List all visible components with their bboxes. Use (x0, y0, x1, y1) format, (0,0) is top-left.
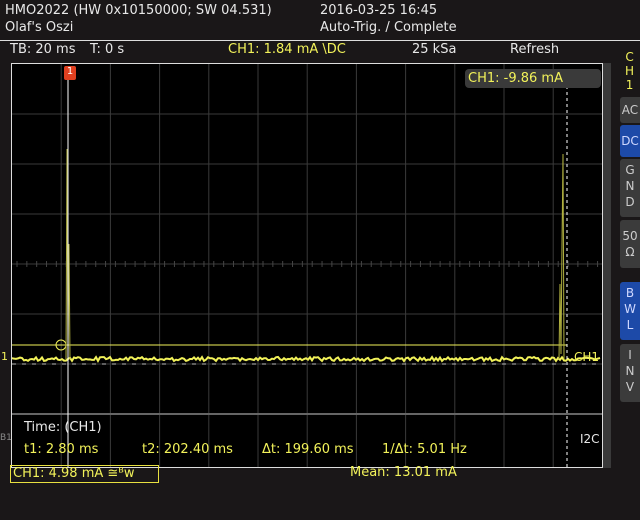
impedance-50-button[interactable]: 50 Ω (620, 220, 640, 268)
timebase[interactable]: TB: 20 ms (10, 42, 75, 57)
waveform-display[interactable]: CH1: -9.86 mA CH1 Time: (CH1) t1: 2.80 m… (11, 63, 603, 468)
cursor-t2: t2: 202.40 ms (142, 442, 233, 457)
cursor-delta-t: Δt: 199.60 ms (262, 442, 354, 457)
acquisition-mode[interactable]: Refresh (510, 42, 559, 57)
device-info: HMO2022 (HW 0x10150000; SW 04.531) (5, 3, 272, 18)
cursor-readout: CH1: -9.86 mA (465, 69, 601, 88)
bus-marker: B1 (0, 433, 12, 443)
side-channel-1: 1 (625, 78, 634, 92)
ground-marker[interactable]: 1 (1, 350, 8, 363)
mean-measurement: Mean: 13.01 mA (350, 465, 457, 480)
ch1-trace (12, 357, 600, 361)
ch1-spike-right (559, 154, 564, 359)
cursor-frequency: 1/Δt: 5.01 Hz (382, 442, 467, 457)
trigger-marker[interactable]: 1 (64, 66, 76, 80)
measurement-title: Time: (CH1) (24, 420, 102, 435)
channel-setting[interactable]: CH1: 1.84 mA \DC (228, 42, 346, 57)
side-channel-h: H (625, 64, 634, 78)
coupling-gnd-button[interactable]: G N D (620, 159, 640, 217)
header-divider (0, 40, 640, 41)
bandwidth-limit-button[interactable]: B W L (620, 282, 640, 340)
acquisition-status: Auto-Trig. / Complete (320, 20, 457, 35)
scrollbar[interactable] (603, 63, 611, 468)
waveform-svg (12, 64, 602, 467)
cursor-t1: t1: 2.80 ms (24, 442, 98, 457)
bus-label: I2C (580, 432, 600, 446)
coupling-dc-button[interactable]: DC (620, 125, 640, 157)
coupling-ac-button[interactable]: AC (620, 97, 640, 123)
channel-trace-label: CH1 (574, 350, 599, 364)
invert-button[interactable]: I N V (620, 344, 640, 402)
channel-scale-box[interactable]: CH1: 4.98 mA ≅ᴮᴡ (10, 465, 159, 483)
datetime: 2016-03-25 16:45 (320, 3, 437, 18)
sample-rate: 25 kSa (412, 42, 456, 57)
side-channel-c: C (625, 50, 634, 64)
device-name: Olaf's Oszi (5, 20, 73, 35)
trigger-time[interactable]: T: 0 s (90, 42, 124, 57)
